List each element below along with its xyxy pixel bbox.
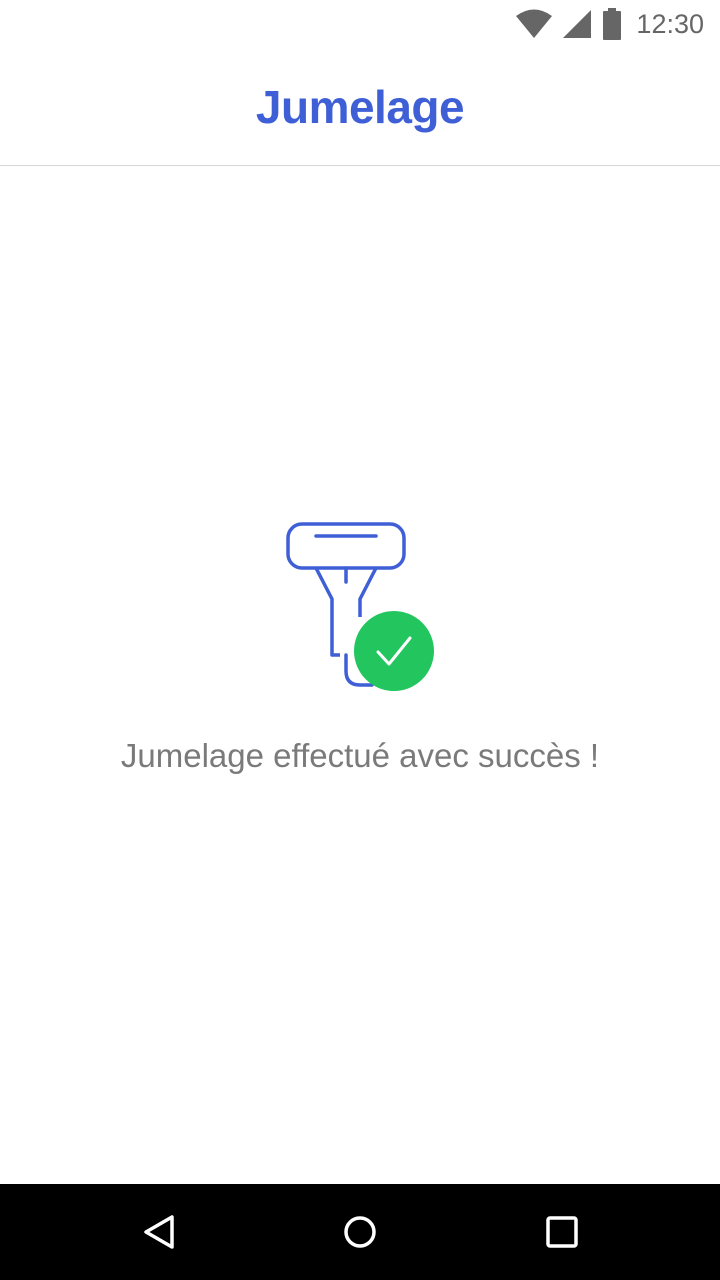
recents-icon — [546, 1216, 578, 1248]
status-time: 12:30 — [636, 8, 704, 39]
back-icon — [144, 1215, 174, 1249]
navigation-bar — [0, 1184, 720, 1280]
back-button[interactable] — [100, 1184, 220, 1280]
success-check-badge — [354, 611, 434, 691]
recents-button[interactable] — [502, 1184, 622, 1280]
main-content: Jumelage effectué avec succès ! — [0, 167, 720, 1184]
success-message: Jumelage effectué avec succès ! — [120, 737, 600, 774]
app-header: Jumelage — [0, 48, 720, 166]
barcode-scanner-success-icon — [286, 522, 434, 691]
wifi-icon — [516, 9, 553, 38]
cellular-signal-icon — [563, 10, 592, 38]
app-screen: 12:30 Jumelage Jumelage effectué avec su… — [0, 0, 720, 1280]
home-icon — [344, 1216, 376, 1248]
battery-icon — [603, 8, 622, 40]
home-button[interactable] — [300, 1184, 420, 1280]
status-icons: 12:30 — [516, 0, 704, 48]
page-title: Jumelage — [255, 80, 465, 133]
status-bar: 12:30 — [0, 0, 720, 48]
